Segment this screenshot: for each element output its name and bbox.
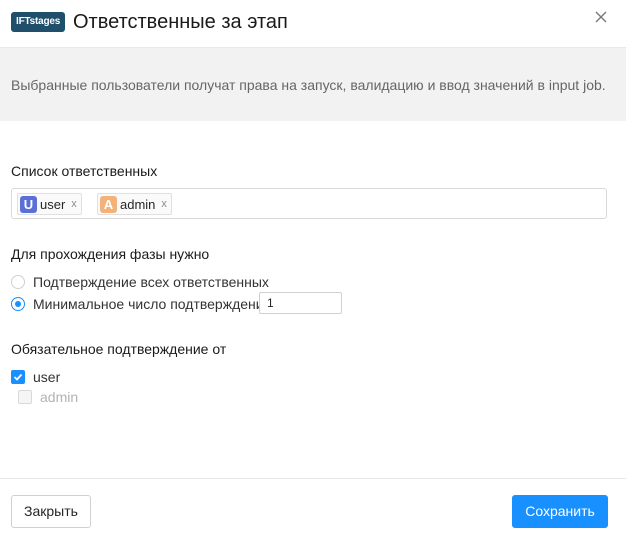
mandatory-label: Обязательное подтверждение от: [11, 341, 227, 357]
user-avatar: U: [20, 195, 37, 213]
remove-tag-icon[interactable]: x: [71, 198, 77, 210]
admin-avatar: A: [100, 195, 117, 213]
checkbox-label: admin: [40, 389, 79, 405]
tag-label: admin: [120, 196, 156, 212]
modal-footer: Закрыть Сохранить: [0, 478, 626, 543]
app-badge: IFTstages: [11, 12, 66, 32]
radio-min-confirm[interactable]: Минимальное число подтверждений: [11, 295, 271, 313]
radio-label: Минимальное число подтверждений: [33, 296, 272, 312]
radio-button[interactable]: [11, 275, 25, 289]
responsible-tag-user: U user x: [17, 193, 82, 215]
checkbox-label: user: [33, 369, 61, 385]
tag-label: user: [40, 196, 66, 212]
checkbox-checked[interactable]: [11, 370, 25, 384]
responsible-tag-admin: A admin x: [97, 193, 172, 215]
responsible-modal: IFTstages Ответственные за этап Выбранны…: [0, 0, 626, 543]
modal-header: IFTstages Ответственные за этап: [0, 0, 626, 48]
remove-tag-icon[interactable]: x: [161, 198, 167, 210]
save-button[interactable]: Сохранить: [512, 495, 608, 528]
close-button[interactable]: Закрыть: [11, 495, 91, 528]
phase-label: Для прохождения фазы нужно: [11, 246, 210, 262]
info-banner: Выбранные пользователи получат права на …: [0, 48, 626, 121]
mandatory-check-admin: admin: [18, 388, 78, 406]
info-text: Выбранные пользователи получат права на …: [11, 77, 606, 93]
checkbox-disabled: [18, 390, 32, 404]
mandatory-check-user[interactable]: user: [11, 368, 60, 386]
modal-title: Ответственные за этап: [73, 11, 288, 33]
radio-label: Подтверждение всех ответственных: [33, 274, 269, 290]
responsible-select[interactable]: U user x A admin x: [11, 188, 607, 219]
min-confirmations-input[interactable]: 1: [259, 292, 342, 314]
radio-all-confirm[interactable]: Подтверждение всех ответственных: [11, 273, 269, 291]
radio-button-checked[interactable]: [11, 297, 25, 311]
responsible-list-label: Список ответственных: [11, 163, 158, 179]
close-icon[interactable]: [592, 8, 610, 26]
